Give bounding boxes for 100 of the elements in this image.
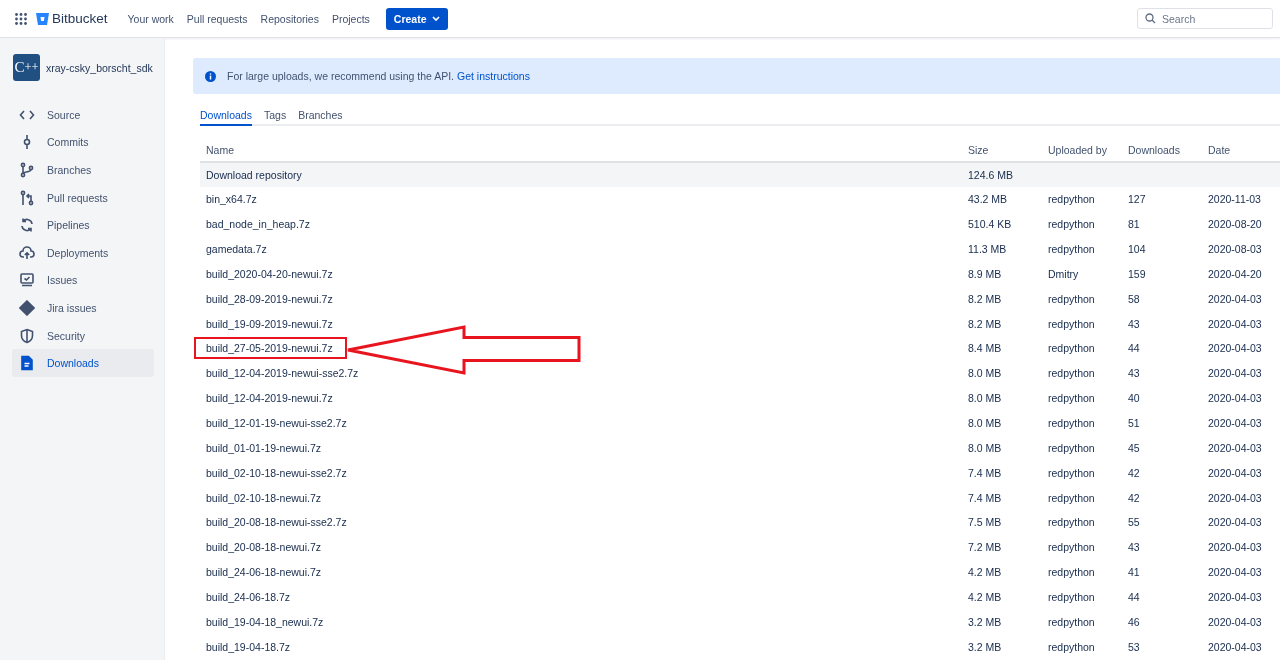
table-cell-text: 2020-11-03 [1207, 193, 1262, 206]
table-cell-text: redpython [1047, 417, 1096, 429]
table-cell-text: redpython [1047, 292, 1096, 305]
sidebar-item[interactable]: Pull requests [12, 183, 154, 212]
table-cell-text: 2020-04-03 [1207, 367, 1263, 380]
table-cell-text: 8.2 MB [967, 317, 1003, 330]
info-icon [205, 70, 216, 82]
table-cell-text: 2020-04-03 [1207, 441, 1263, 454]
table-cell-text: 2020-08-03 [1207, 243, 1263, 256]
sidebar-item[interactable]: Pipelines [12, 211, 154, 239]
table-cell-text: 2020-04-03 [1207, 317, 1263, 330]
sidebar-item[interactable]: Security [12, 321, 154, 350]
table-cell-text: redpython [1047, 367, 1096, 380]
file-link[interactable]: build_24-06-18.7z [206, 590, 291, 603]
file-link[interactable]: build_19-04-18_newui.7z [206, 615, 324, 628]
pull-icon [19, 189, 35, 206]
nav-link[interactable]: Your work [127, 12, 174, 25]
file-link[interactable]: build_12-04-2019-newui-sse2.7z [206, 367, 359, 380]
column-header[interactable]: Downloads [1122, 144, 1202, 156]
tab[interactable]: Tags [263, 109, 287, 126]
file-link[interactable]: build_02-10-18-newui.7z [206, 491, 321, 504]
search-field[interactable]: Search [1137, 8, 1273, 29]
file-link[interactable]: build_2020-04-20-newui.7z [206, 267, 333, 280]
file-link[interactable]: build_24-06-18-newui.7z [206, 566, 321, 579]
nav-link[interactable]: Pull requests [186, 12, 248, 25]
table-cell-text: 43.2 MB [967, 193, 1009, 206]
table-cell-text: 2020-04-03 [1207, 590, 1263, 603]
repository-name[interactable]: xray-csky_borscht_sdk [46, 61, 153, 74]
table-cell-text: 2020-04-03 [1207, 640, 1263, 653]
table-cell-text: 2020-04-03 [1207, 392, 1263, 405]
table-cell-text: redpython [1047, 441, 1096, 454]
table-cell-text: 3.2 MB [967, 640, 1003, 653]
table-cell-text: 7.4 MB [967, 466, 1003, 479]
table-cell-text: 8.0 MB [967, 417, 1003, 429]
table-cell-text: redpython [1047, 541, 1096, 554]
sidebar-item[interactable]: Downloads [12, 349, 154, 377]
table-cell-text: redpython [1047, 193, 1096, 206]
table-cell-text: 2020-04-20 [1207, 267, 1263, 280]
table-cell-text: 2020-08-20 [1207, 218, 1263, 231]
nav-link[interactable]: Projects [331, 12, 370, 25]
download-repository-link[interactable]: Download repository [206, 169, 302, 181]
file-link[interactable]: build_28-09-2019-newui.7z [206, 292, 333, 305]
table-cell-text: redpython [1047, 218, 1096, 231]
tab[interactable]: Downloads [200, 109, 252, 126]
tab[interactable]: Branches [298, 109, 343, 126]
table-cell-text: 8.0 MB [967, 367, 1003, 380]
table-cell-text: 3.2 MB [967, 615, 1003, 628]
table-cell-text: 159 [1127, 267, 1147, 280]
sidebar-item[interactable]: Issues [12, 266, 154, 295]
table-cell-text: 53 [1127, 640, 1141, 653]
table-cell-text: 8.4 MB [967, 342, 1003, 355]
file-link[interactable]: build_02-10-18-newui-sse2.7z [206, 466, 347, 479]
logo-text[interactable]: Bitbucket [52, 11, 108, 26]
file-link[interactable]: build_12-01-19-newui-sse2.7z [206, 417, 347, 429]
file-link[interactable]: bad_node_in_heap.7z [206, 218, 310, 231]
table-cell-text: 51 [1127, 417, 1141, 429]
table-cell-text: redpython [1047, 566, 1096, 579]
file-link[interactable]: build_20-08-18-newui.7z [206, 541, 321, 554]
sidebar-item[interactable]: Source [12, 101, 154, 129]
table-cell-text: 11.3 MB [967, 243, 1008, 256]
table-cell-text: 2020-04-03 [1207, 292, 1263, 305]
file-link[interactable]: build_19-09-2019-newui.7z [206, 317, 333, 330]
file-link[interactable]: build_12-04-2019-newui.7z [206, 392, 333, 405]
table-cell-text: 46 [1127, 615, 1141, 628]
app-grid-icon[interactable] [15, 12, 27, 25]
branch-icon [19, 162, 35, 178]
table-cell-text: 8.0 MB [967, 441, 1003, 454]
sidebar-item[interactable]: Jira issues [12, 294, 154, 322]
sidebar-item[interactable]: Deployments [12, 238, 154, 267]
table-cell-text: redpython [1047, 640, 1096, 653]
table-cell-text: 45 [1127, 441, 1141, 454]
file-link[interactable]: build_19-04-18.7z [206, 640, 291, 653]
column-header[interactable]: Size [962, 144, 1042, 156]
table-cell-text: redpython [1047, 342, 1096, 355]
create-button[interactable]: Create [385, 7, 448, 30]
file-link[interactable]: build_20-08-18-newui-sse2.7z [206, 516, 347, 529]
table-cell-text: 8.2 MB [967, 292, 1003, 305]
table-cell-text: 55 [1127, 516, 1141, 529]
table-cell-text: redpython [1047, 516, 1096, 529]
column-header[interactable]: Uploaded by [1042, 144, 1122, 156]
table-cell-text: 40 [1127, 392, 1141, 405]
file-link[interactable]: build_01-01-19-newui.7z [206, 441, 321, 454]
sidebar-item[interactable]: Branches [12, 156, 154, 184]
table-cell-text: 510.4 KB [967, 218, 1013, 231]
nav-link[interactable]: Repositories [260, 12, 319, 25]
table-cell-text: 44 [1127, 342, 1141, 355]
chevron-down-icon [431, 15, 440, 22]
table-cell-text: 2020-04-03 [1207, 615, 1263, 628]
column-header[interactable]: Name [200, 144, 962, 156]
table-cell-text: 44 [1127, 590, 1141, 603]
file-link[interactable]: gamedata.7z [206, 243, 267, 256]
file-link[interactable]: build_27-05-2019-newui.7z [206, 342, 333, 355]
get-instructions-link[interactable]: Get instructions [456, 70, 530, 82]
table-cell-text: 43 [1127, 541, 1141, 554]
sidebar-item[interactable]: Commits [12, 128, 154, 157]
file-link[interactable]: bin_x64.7z [206, 193, 257, 206]
table-cell-text: redpython [1047, 615, 1096, 628]
table-cell-text: redpython [1047, 491, 1096, 504]
column-header[interactable]: Date [1202, 144, 1280, 156]
shield-icon [19, 327, 35, 344]
